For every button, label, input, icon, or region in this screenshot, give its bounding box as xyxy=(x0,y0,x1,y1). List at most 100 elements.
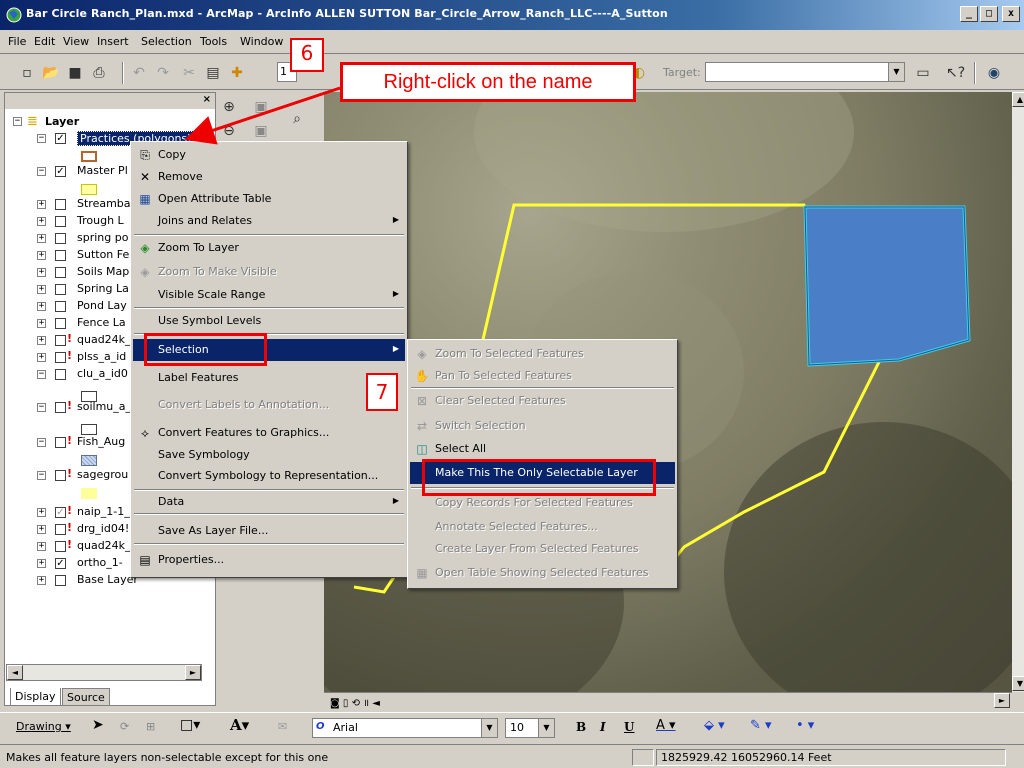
print-icon[interactable]: ⎙ xyxy=(90,64,108,82)
zoom-in-icon[interactable]: ⊕ xyxy=(218,96,240,118)
layer-visibility-checkbox[interactable] xyxy=(55,575,66,586)
context-menu-item[interactable]: ✕ Remove xyxy=(133,166,405,188)
expand-icon[interactable]: + xyxy=(37,251,46,260)
layer-name[interactable]: Sutton Fe xyxy=(77,248,129,261)
layer-name[interactable]: drg_id04! xyxy=(77,522,129,535)
expand-icon[interactable]: + xyxy=(37,200,46,209)
font-name-dropdown[interactable]: O Arial ▼ xyxy=(312,718,498,738)
collapse-icon[interactable]: − xyxy=(37,471,46,480)
expand-icon[interactable]: + xyxy=(37,542,46,551)
layer-visibility-checkbox[interactable] xyxy=(55,335,66,346)
italic-icon[interactable]: I xyxy=(600,720,606,734)
layer-name[interactable]: spring po xyxy=(77,231,128,244)
fill-color-icon[interactable]: ⬙ ▾ xyxy=(704,718,725,733)
cut-icon[interactable]: ✂ xyxy=(180,64,198,82)
globe-tool-icon[interactable]: ◉ xyxy=(985,64,1003,82)
expand-icon[interactable]: + xyxy=(37,234,46,243)
zoom-out-icon[interactable]: ⊖ xyxy=(218,120,240,142)
menu-view[interactable]: View xyxy=(63,35,89,48)
layer-name[interactable]: Trough L xyxy=(77,214,124,227)
chevron-down-icon[interactable]: ▼ xyxy=(481,719,497,737)
context-menu-item[interactable]: Convert Symbology to Representation... xyxy=(133,465,405,487)
selection-submenu-item[interactable]: ◫ Select All xyxy=(410,438,675,460)
collapse-icon[interactable]: − xyxy=(37,403,46,412)
close-button[interactable]: x xyxy=(1002,6,1020,22)
menu-file[interactable]: File xyxy=(8,35,26,48)
undo-icon[interactable]: ↶ xyxy=(130,64,148,82)
layer-name[interactable]: Streamba xyxy=(77,197,131,210)
expand-icon[interactable]: + xyxy=(37,559,46,568)
whats-this-icon[interactable]: ↖? xyxy=(946,64,965,82)
layer-visibility-checkbox[interactable] xyxy=(55,524,66,535)
layer-name[interactable]: naip_1-1_ xyxy=(77,505,130,518)
layer-name[interactable]: sagegrou xyxy=(77,468,128,481)
layer-name[interactable]: plss_a_id xyxy=(77,350,126,363)
collapse-icon[interactable]: − xyxy=(37,134,46,143)
menu-insert[interactable]: Insert xyxy=(97,35,129,48)
layer-name[interactable]: Fish_Aug xyxy=(77,435,125,448)
line-color-icon[interactable]: ✎ ▾ xyxy=(750,718,772,733)
layer-visibility-checkbox[interactable] xyxy=(55,233,66,244)
layer-visibility-checkbox[interactable] xyxy=(55,470,66,481)
sketch-icon[interactable]: ▭ xyxy=(914,64,932,82)
minimize-button[interactable]: _ xyxy=(960,6,978,22)
map-vertical-scrollbar[interactable]: ▲ ▼ xyxy=(1012,92,1024,692)
rotate-icon[interactable]: ⟳ xyxy=(120,720,129,733)
context-menu-item[interactable]: Save Symbology xyxy=(133,444,405,466)
context-menu-item[interactable]: ▤ Properties... xyxy=(133,549,405,571)
close-icon[interactable]: × xyxy=(203,94,211,105)
save-icon[interactable]: ■ xyxy=(66,64,84,82)
text-tool-icon[interactable]: A▾ xyxy=(230,716,249,734)
menu-window[interactable]: Window xyxy=(240,35,283,48)
expand-icon[interactable]: + xyxy=(37,285,46,294)
tab-source[interactable]: Source xyxy=(62,688,110,706)
rectangle-icon[interactable]: □▾ xyxy=(180,717,200,733)
layer-name[interactable]: Spring La xyxy=(77,282,129,295)
context-menu-item[interactable]: Use Symbol Levels xyxy=(133,310,405,332)
layer-visibility-checkbox[interactable]: ✓ xyxy=(55,166,66,177)
collapse-icon[interactable]: − xyxy=(37,167,46,176)
menu-selection[interactable]: Selection xyxy=(141,35,192,48)
layer-visibility-checkbox[interactable] xyxy=(55,284,66,295)
drawing-menu[interactable]: Drawing ▾ xyxy=(16,720,71,733)
context-menu-item[interactable]: Data ▶ xyxy=(133,491,405,513)
menu-tools[interactable]: Tools xyxy=(200,35,227,48)
layer-visibility-checkbox[interactable] xyxy=(55,216,66,227)
context-menu-item[interactable]: Visible Scale Range ▶ xyxy=(133,284,405,306)
scroll-down-icon[interactable]: ▼ xyxy=(1012,676,1024,691)
layer-name[interactable]: Base Layer xyxy=(77,573,138,586)
context-menu-item[interactable]: ⎘ Copy xyxy=(133,144,405,166)
layer-name[interactable]: Master Pl xyxy=(77,164,128,177)
layer-visibility-checkbox[interactable]: ✓ xyxy=(55,133,66,144)
paste-icon[interactable]: ▤ xyxy=(204,64,222,82)
layer-name[interactable]: Pond Lay xyxy=(77,299,127,312)
target-dropdown[interactable]: ▼ xyxy=(705,62,905,82)
layout-view-icons[interactable]: ◙ ▯ ⟲ ॥ ◄ xyxy=(330,695,380,709)
layer-visibility-checkbox[interactable]: ✓ xyxy=(55,507,66,518)
scroll-up-icon[interactable]: ▲ xyxy=(1012,92,1024,107)
maximize-button[interactable]: □ xyxy=(980,6,998,22)
scroll-right-icon[interactable]: ► xyxy=(185,665,201,680)
fixed-zoom-in-icon[interactable]: ▣ xyxy=(250,96,272,118)
open-icon[interactable]: 📂 xyxy=(42,64,60,82)
marker-color-icon[interactable]: • ▾ xyxy=(796,718,814,733)
layer-name[interactable]: Soils Map xyxy=(77,265,129,278)
layer-visibility-checkbox[interactable]: ✓ xyxy=(55,558,66,569)
bold-icon[interactable]: B xyxy=(576,720,586,734)
zoom-whole-page-icon[interactable]: ⊞ xyxy=(146,720,155,733)
expand-icon[interactable]: + xyxy=(37,353,46,362)
menu-edit[interactable]: Edit xyxy=(34,35,55,48)
layer-name[interactable]: ortho_1- xyxy=(77,556,123,569)
layer-name[interactable]: quad24k_ xyxy=(77,539,131,552)
toc-root-row[interactable]: − ≣ Layer xyxy=(5,114,215,130)
layer-visibility-checkbox[interactable] xyxy=(55,250,66,261)
fixed-zoom-out-icon[interactable]: ▣ xyxy=(250,120,272,142)
context-menu-item[interactable]: Save As Layer File... xyxy=(133,520,405,542)
callout-icon[interactable]: ✉ xyxy=(278,720,287,733)
layer-visibility-checkbox[interactable] xyxy=(55,437,66,448)
layer-visibility-checkbox[interactable] xyxy=(55,267,66,278)
layer-visibility-checkbox[interactable] xyxy=(55,199,66,210)
context-menu-item[interactable]: ⟡ Convert Features to Graphics... xyxy=(133,422,405,444)
find-icon[interactable]: ⌕ xyxy=(286,108,308,130)
chevron-down-icon[interactable]: ▼ xyxy=(888,63,904,81)
